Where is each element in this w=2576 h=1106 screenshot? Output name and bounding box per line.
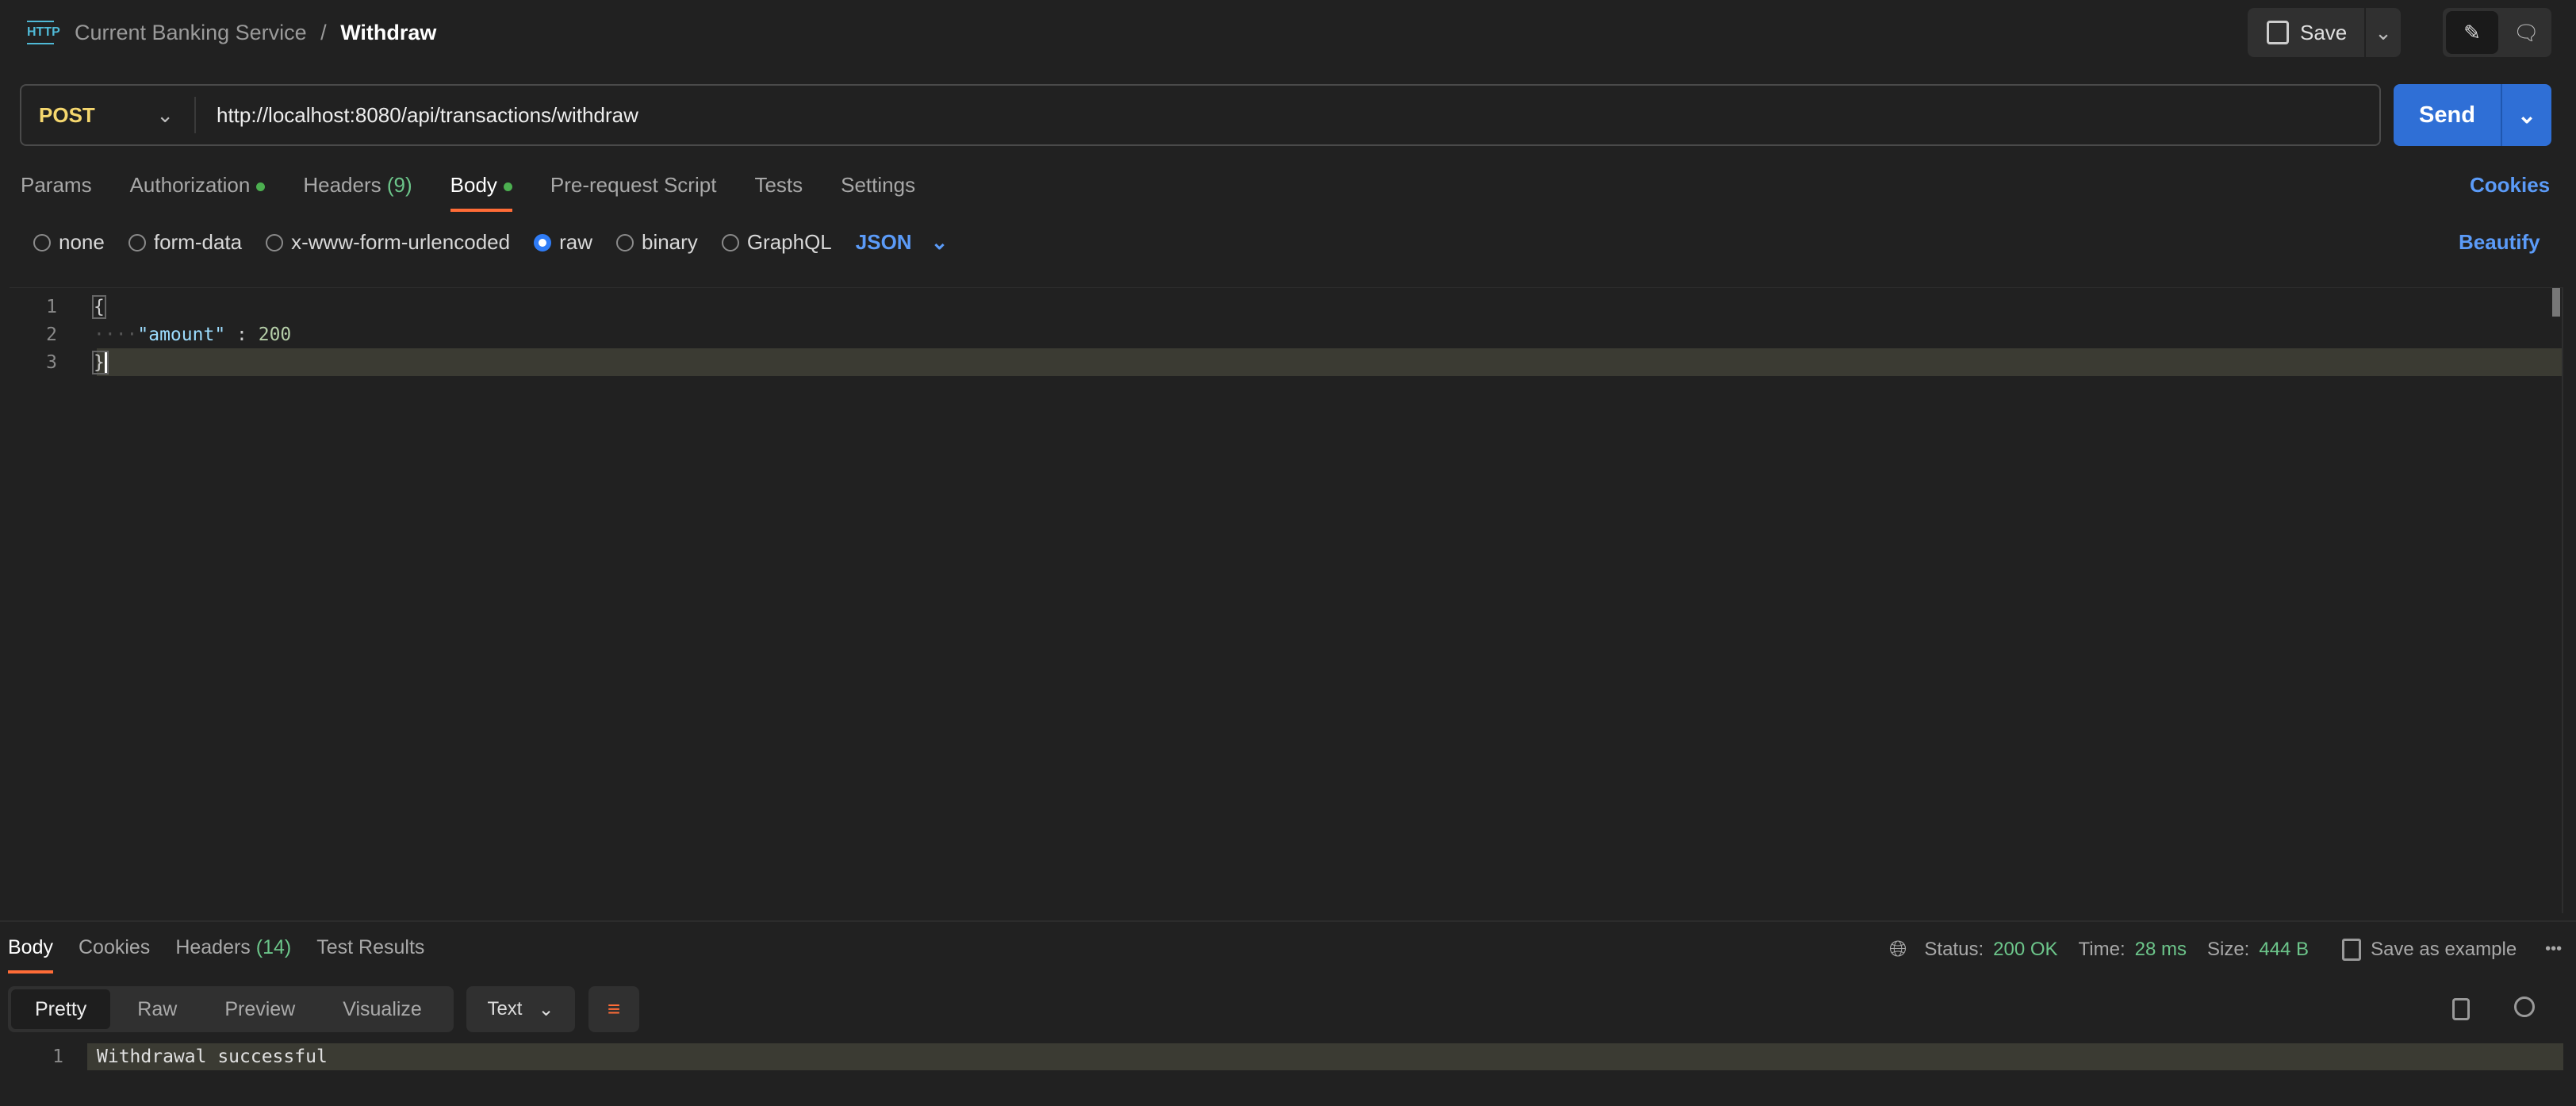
radio-urlencoded[interactable]: x-www-form-urlencoded	[266, 230, 510, 255]
tab-authorization[interactable]: Authorization	[130, 173, 266, 212]
view-raw[interactable]: Raw	[113, 998, 201, 1021]
tab-test-results[interactable]: Test Results	[316, 936, 424, 974]
editor-line-current: 3 }	[10, 348, 2563, 376]
radio-form-data[interactable]: form-data	[128, 230, 242, 255]
save-button[interactable]: Save ⌄	[2248, 8, 2401, 57]
status-dot	[256, 182, 266, 191]
response-tabs: Body Cookies Headers (14) Test Results	[8, 936, 424, 974]
chevron-down-icon: ⌄	[538, 998, 554, 1020]
body-type-options: none form-data x-www-form-urlencoded raw…	[33, 230, 948, 255]
size-value[interactable]: 444 B	[2259, 939, 2309, 961]
response-line: 1 Withdrawal successful	[52, 1046, 328, 1067]
status-dot	[503, 182, 512, 191]
response-body: 1 Withdrawal successful	[0, 1043, 2563, 1070]
response-meta: 🌐︎ Status: 200 OK Time: 28 ms Size: 444 B S…	[1889, 936, 2563, 962]
view-visualize[interactable]: Visualize	[319, 998, 446, 1021]
copy-icon[interactable]	[2452, 998, 2470, 1020]
tab-body[interactable]: Body	[450, 173, 512, 212]
format-select[interactable]: JSON ⌄	[856, 230, 949, 255]
tab-response-body[interactable]: Body	[8, 936, 53, 974]
wrap-icon: ≡	[607, 997, 621, 1021]
radio-graphql[interactable]: GraphQL	[721, 230, 832, 255]
breadcrumb-request[interactable]: Withdraw	[340, 21, 436, 44]
scrollbar[interactable]	[2552, 288, 2560, 317]
request-body-editor[interactable]: 1 { 2 ···· "amount" : 200 3 }	[10, 287, 2563, 913]
radio-raw[interactable]: raw	[534, 230, 592, 255]
wrap-lines-button[interactable]: ≡	[588, 986, 639, 1032]
tab-tests[interactable]: Tests	[754, 173, 803, 212]
breadcrumb: Current Banking Service / Withdraw	[75, 21, 437, 44]
response-view-toggle: Pretty Raw Preview Visualize	[8, 986, 454, 1032]
url-bar: POST ⌄ http://localhost:8080/api/transac…	[20, 84, 2381, 146]
http-icon: HTTP	[27, 21, 60, 44]
save-icon	[2342, 938, 2362, 961]
status-value[interactable]: 200 OK	[1993, 939, 2057, 961]
chevron-down-icon: ⌄	[930, 230, 949, 254]
breadcrumb-collection[interactable]: Current Banking Service	[75, 21, 307, 44]
tab-response-headers[interactable]: Headers (14)	[175, 936, 291, 974]
view-preview[interactable]: Preview	[201, 998, 319, 1021]
request-tabs: Params Authorization Headers (9) Body Pr…	[21, 173, 915, 212]
tab-params[interactable]: Params	[21, 173, 92, 212]
cookies-link[interactable]: Cookies	[2470, 173, 2550, 198]
edit-comment-group: ✎ 🗨	[2443, 8, 2551, 57]
radio-none[interactable]: none	[33, 230, 105, 255]
chevron-down-icon[interactable]: ⌄	[2366, 21, 2401, 45]
search-icon[interactable]	[2514, 997, 2535, 1017]
comment-icon[interactable]: 🗨	[2501, 8, 2551, 57]
beautify-link[interactable]: Beautify	[2459, 230, 2540, 255]
save-icon	[2267, 21, 2289, 44]
more-options-icon[interactable]: •••	[2545, 940, 2562, 958]
editor-line: 1 {	[46, 294, 106, 319]
pencil-icon[interactable]: ✎	[2446, 11, 2498, 54]
radio-binary[interactable]: binary	[615, 230, 698, 255]
chevron-down-icon[interactable]: ⌄	[2502, 102, 2551, 129]
url-input[interactable]: http://localhost:8080/api/transactions/w…	[217, 103, 638, 128]
chevron-down-icon: ⌄	[156, 102, 174, 127]
tab-settings[interactable]: Settings	[841, 173, 915, 212]
response-format-select[interactable]: Text ⌄	[466, 986, 575, 1032]
save-as-example-button[interactable]: Save as example	[2342, 938, 2517, 961]
globe-icon[interactable]: 🌐︎	[1889, 936, 1907, 962]
view-pretty[interactable]: Pretty	[11, 989, 111, 1029]
time-value[interactable]: 28 ms	[2135, 939, 2187, 961]
tab-prerequest-script[interactable]: Pre-request Script	[550, 173, 717, 212]
tab-headers[interactable]: Headers (9)	[303, 173, 412, 212]
method-select[interactable]: POST ⌄	[21, 97, 196, 133]
tab-response-cookies[interactable]: Cookies	[79, 936, 150, 974]
send-button[interactable]: Send ⌄	[2394, 84, 2551, 146]
editor-line: 2 ···· "amount" : 200	[46, 324, 292, 345]
